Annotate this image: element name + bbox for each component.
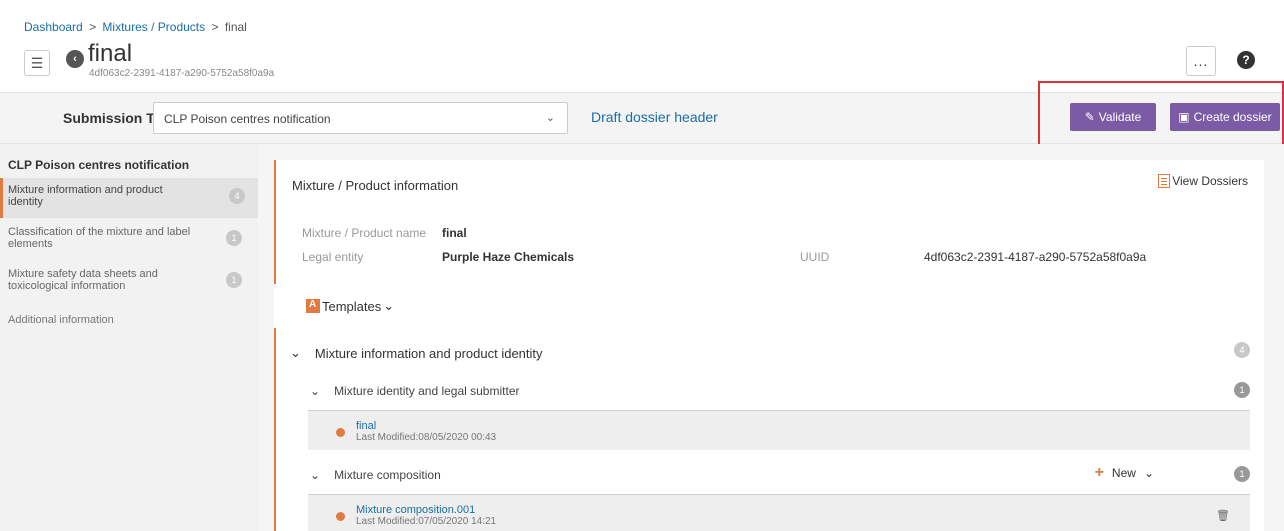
breadcrumb-mixtures[interactable]: Mixtures / Products (102, 20, 205, 34)
status-dot (336, 512, 345, 521)
back-arrow-icon[interactable]: ‹ (66, 50, 84, 68)
product-name-value: final (442, 226, 467, 240)
sidebar-title: CLP Poison centres notification (8, 158, 190, 172)
uuid-value: 4df063c2-2391-4187-a290-5752a58f0a9a (924, 250, 1147, 264)
section-header[interactable]: ⌄ Mixture information and product identi… (290, 345, 543, 361)
menu-icon: ☰ (30, 54, 44, 71)
sidebar-item-additional-information[interactable]: Additional information (8, 314, 114, 326)
sidebar-item-label: Mixture information and product identity (8, 184, 163, 208)
help-icon[interactable]: ? (1237, 51, 1255, 69)
list-item[interactable]: final Last Modified:08/05/2020 00:43 (308, 410, 1250, 450)
templates-bar: Templates ⌄ (274, 284, 1264, 328)
legal-entity-value: Purple Haze Chemicals (442, 250, 575, 264)
chevron-down-icon: ⌄ (310, 384, 321, 398)
sidebar-item-mixture-information[interactable]: Mixture information and product identity… (0, 178, 258, 218)
trash-icon[interactable]: 🗑 (1216, 509, 1230, 522)
subsection-title: Mixture identity and legal submitter (334, 384, 520, 398)
subsection-mixture-composition[interactable]: ⌄ Mixture composition (310, 468, 441, 482)
breadcrumb-separator: > (89, 20, 97, 34)
create-dossier-button[interactable]: ▣ Create dossier (1170, 103, 1280, 131)
validate-button[interactable]: ✎ Validate (1070, 103, 1156, 131)
plus-icon: + (1094, 464, 1104, 481)
new-entry-button[interactable]: + New ⌄ (1095, 464, 1154, 482)
breadcrumb-current: final (224, 20, 247, 34)
sidebar: CLP Poison centres notification Mixture … (0, 144, 258, 531)
validate-label: Validate (1098, 110, 1142, 124)
document-icon (1158, 174, 1171, 188)
status-dot (336, 428, 345, 437)
product-name-label: Mixture / Product name (302, 226, 427, 240)
mixture-identity-section: ⌄ Mixture information and product identi… (274, 328, 1264, 531)
templates-label: Templates (322, 298, 382, 314)
submission-type-select[interactable]: CLP Poison centres notification ⌄ (153, 102, 568, 134)
submission-type-value: CLP Poison centres notification (164, 112, 331, 126)
chevron-down-icon: ⌄ (383, 298, 395, 313)
sidebar-item-safety-data-sheets[interactable]: Mixture safety data sheets and toxicolog… (0, 262, 258, 302)
count-badge: 4 (229, 188, 245, 204)
hamburger-menu-button[interactable]: ☰ (24, 50, 50, 76)
count-badge: 1 (226, 230, 242, 246)
entry-last-modified: Last Modified:07/05/2020 14:21 (356, 516, 497, 527)
card-title: Mixture / Product information (292, 178, 459, 193)
new-label: New (1111, 466, 1136, 480)
entry-name-link[interactable]: final (356, 420, 376, 432)
chevron-down-icon: ⌄ (290, 345, 301, 360)
sidebar-item-label: Mixture safety data sheets and toxicolog… (8, 268, 158, 292)
create-dossier-label: Create dossier (1193, 110, 1272, 124)
sidebar-item-label: Classification of the mixture and label … (8, 226, 191, 250)
templates-icon (306, 299, 320, 313)
subsection-count-badge: 1 (1234, 382, 1250, 398)
entry-last-modified: Last Modified:08/05/2020 00:43 (356, 432, 497, 443)
chevron-down-icon: ⌄ (310, 468, 321, 482)
breadcrumb: Dashboard > Mixtures / Products > final (24, 20, 247, 34)
templates-toggle[interactable]: Templates ⌄ (306, 298, 394, 314)
breadcrumb-dashboard[interactable]: Dashboard (24, 20, 83, 34)
draft-dossier-header-link[interactable]: Draft dossier header (591, 109, 718, 125)
uuid-label: UUID (800, 250, 830, 264)
brush-icon: ✎ (1084, 110, 1095, 124)
subsection-count-badge: 1 (1234, 466, 1250, 482)
subsection-legal-submitter[interactable]: ⌄ Mixture identity and legal submitter (310, 384, 519, 398)
page-uuid: 4df063c2-2391-4187-a290-5752a58f0a9a (89, 68, 275, 79)
page-header: Dashboard > Mixtures / Products > final … (0, 0, 1284, 92)
section-title: Mixture information and product identity (314, 345, 543, 361)
section-count-badge: 4 (1234, 342, 1250, 358)
breadcrumb-separator: > (211, 20, 219, 34)
chevron-down-icon: ⌄ (1143, 466, 1154, 480)
dossier-icon: ▣ (1178, 110, 1190, 124)
sidebar-item-classification[interactable]: Classification of the mixture and label … (0, 220, 258, 260)
entry-name-link[interactable]: Mixture composition.001 (356, 504, 475, 516)
main-content: Mixture / Product information View Dossi… (258, 144, 1284, 531)
more-options-button[interactable]: ... (1186, 46, 1216, 76)
product-information-card: Mixture / Product information View Dossi… (274, 160, 1264, 286)
legal-entity-label: Legal entity (302, 250, 364, 264)
subsection-title: Mixture composition (334, 468, 441, 482)
page-title: final (88, 40, 133, 67)
list-item[interactable]: Mixture composition.001 Last Modified:07… (308, 494, 1250, 531)
view-dossiers-link[interactable]: View Dossiers (1158, 174, 1248, 188)
count-badge: 1 (226, 272, 242, 288)
chevron-down-icon: ⌄ (545, 112, 555, 124)
view-dossiers-label: View Dossiers (1172, 174, 1248, 188)
